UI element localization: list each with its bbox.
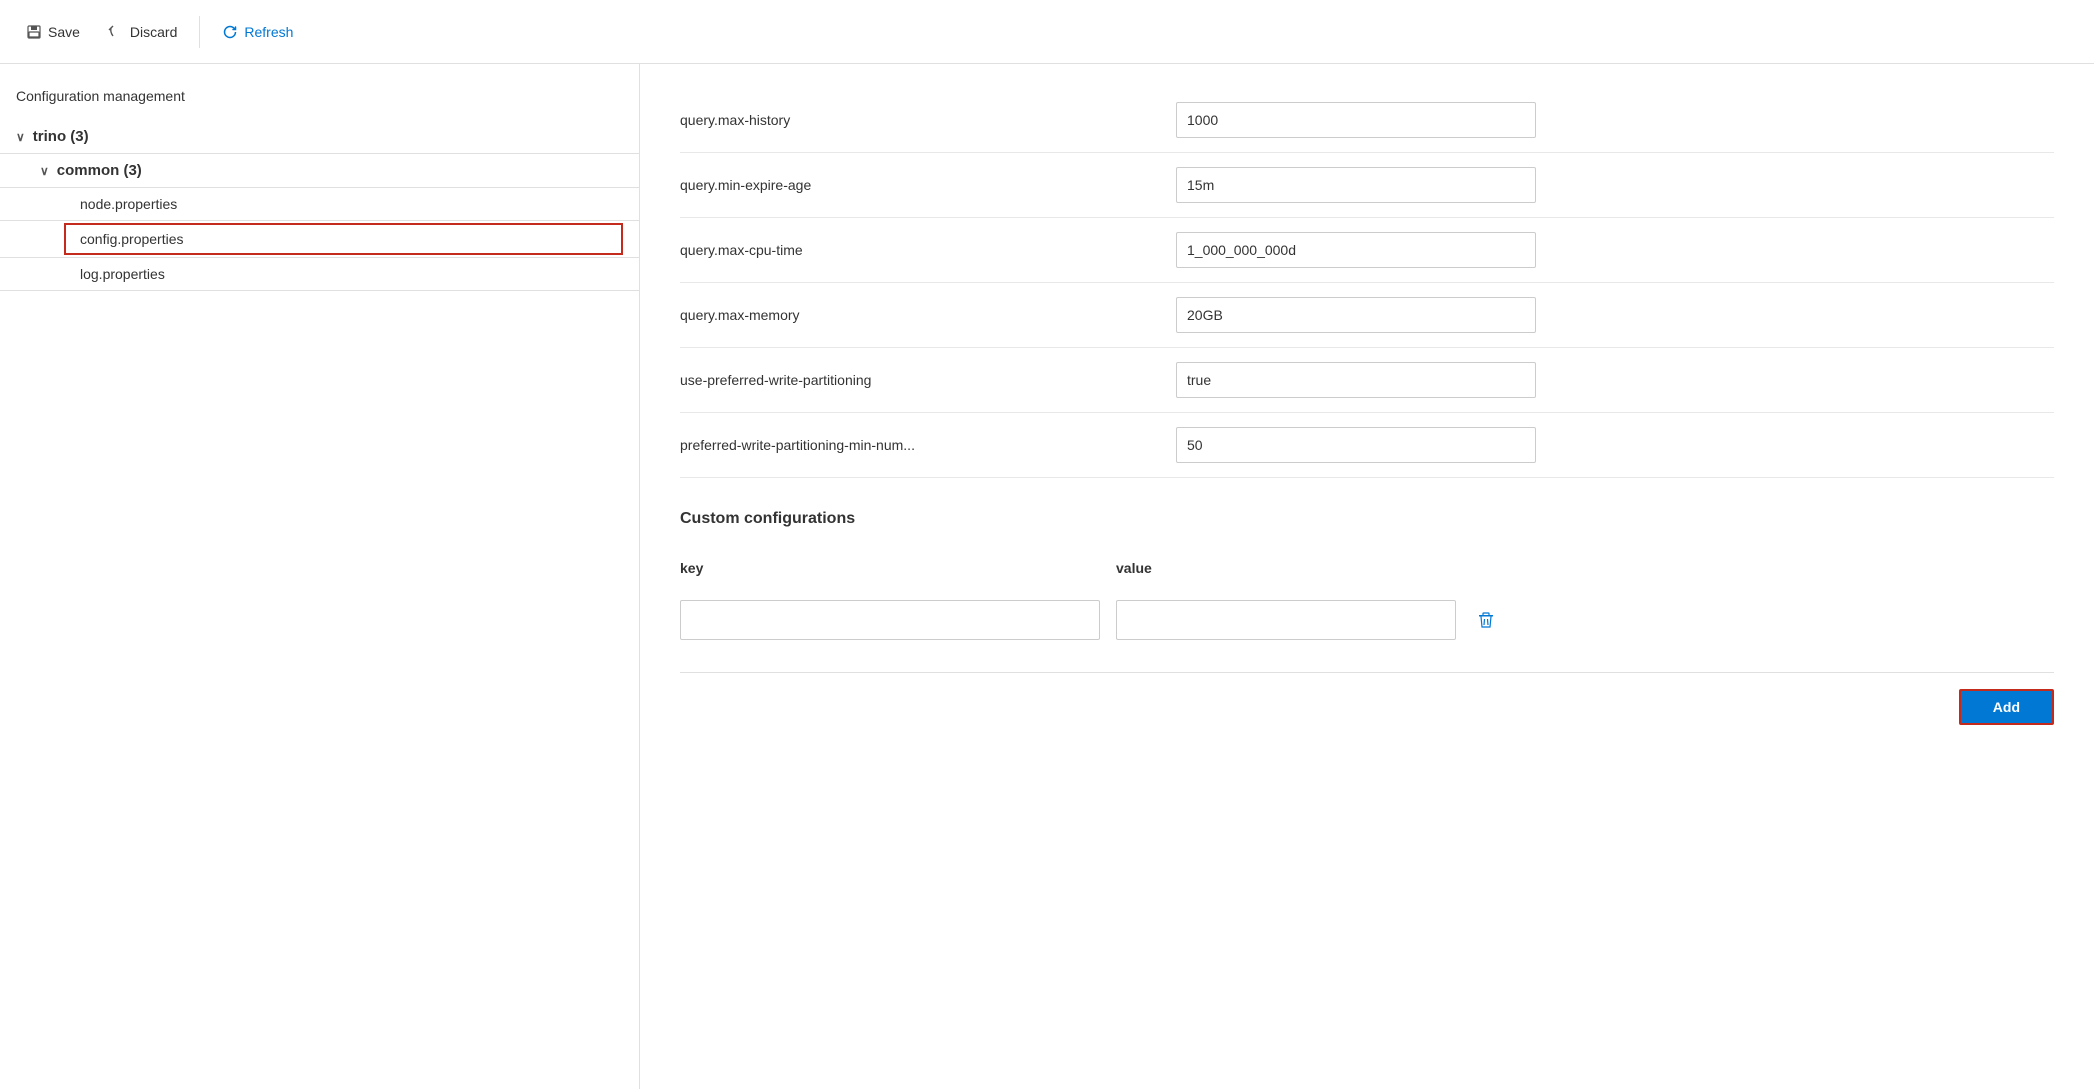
config-key-2: query.max-cpu-time (680, 242, 1160, 258)
tree-item-common[interactable]: ∨ common (3) (0, 154, 639, 187)
discard-label: Discard (130, 24, 177, 40)
save-button[interactable]: Save (16, 18, 90, 46)
node-properties-label: node.properties (80, 196, 177, 212)
tree-label-trino: trino (3) (33, 128, 89, 145)
chevron-down-icon-2: ∨ (40, 164, 49, 178)
custom-value-input[interactable] (1116, 600, 1456, 640)
custom-config-row (680, 592, 2054, 648)
chevron-down-icon: ∨ (16, 130, 25, 144)
config-row-4: use-preferred-write-partitioning (680, 348, 2054, 413)
config-row-5: preferred-write-partitioning-min-num... (680, 413, 2054, 478)
custom-section-title: Custom configurations (680, 510, 2054, 528)
config-value-input-2[interactable] (1176, 232, 1536, 268)
sidebar-title: Configuration management (0, 80, 639, 120)
config-value-input-5[interactable] (1176, 427, 1536, 463)
custom-table-header: key value (680, 552, 2054, 584)
config-rows: query.max-history query.min-expire-age q… (680, 88, 2054, 478)
add-button-row: Add (680, 672, 2054, 725)
config-properties-label: config.properties (80, 231, 184, 247)
log-properties-label: log.properties (80, 266, 165, 282)
tree-item-node-properties[interactable]: node.properties (0, 188, 639, 220)
delete-row-button[interactable] (1472, 606, 1500, 634)
refresh-label: Refresh (244, 24, 293, 40)
save-icon (26, 24, 42, 40)
config-row-3: query.max-memory (680, 283, 2054, 348)
config-key-0: query.max-history (680, 112, 1160, 128)
col-header-value: value (1116, 560, 1496, 576)
config-value-input-1[interactable] (1176, 167, 1536, 203)
tree-label-common: common (3) (57, 162, 142, 179)
discard-icon (108, 24, 124, 40)
col-header-key: key (680, 560, 1100, 576)
add-button[interactable]: Add (1959, 689, 2054, 725)
config-key-1: query.min-expire-age (680, 177, 1160, 193)
refresh-button[interactable]: Refresh (212, 18, 303, 46)
refresh-icon (222, 24, 238, 40)
tree-item-trino[interactable]: ∨ trino (3) (0, 120, 639, 153)
custom-key-input[interactable] (680, 600, 1100, 640)
config-row-1: query.min-expire-age (680, 153, 2054, 218)
config-key-5: preferred-write-partitioning-min-num... (680, 437, 1160, 453)
config-key-3: query.max-memory (680, 307, 1160, 323)
tree-item-log-properties[interactable]: log.properties (0, 258, 639, 290)
config-row-0: query.max-history (680, 88, 2054, 153)
main-layout: Configuration management ∨ trino (3) ∨ c… (0, 64, 2094, 1089)
config-value-input-3[interactable] (1176, 297, 1536, 333)
sidebar: Configuration management ∨ trino (3) ∨ c… (0, 64, 640, 1089)
config-value-input-4[interactable] (1176, 362, 1536, 398)
separator-3 (0, 220, 639, 221)
toolbar: Save Discard Refresh (0, 0, 2094, 64)
custom-configurations-section: Custom configurations key value (680, 510, 2054, 725)
trash-icon (1476, 610, 1496, 630)
separator-5 (0, 290, 639, 291)
config-row-2: query.max-cpu-time (680, 218, 2054, 283)
tree-item-config-properties[interactable]: config.properties (64, 223, 623, 255)
config-value-input-0[interactable] (1176, 102, 1536, 138)
discard-button[interactable]: Discard (98, 18, 187, 46)
config-key-4: use-preferred-write-partitioning (680, 372, 1160, 388)
save-label: Save (48, 24, 80, 40)
content-area: query.max-history query.min-expire-age q… (640, 64, 2094, 1089)
toolbar-divider (199, 16, 200, 48)
